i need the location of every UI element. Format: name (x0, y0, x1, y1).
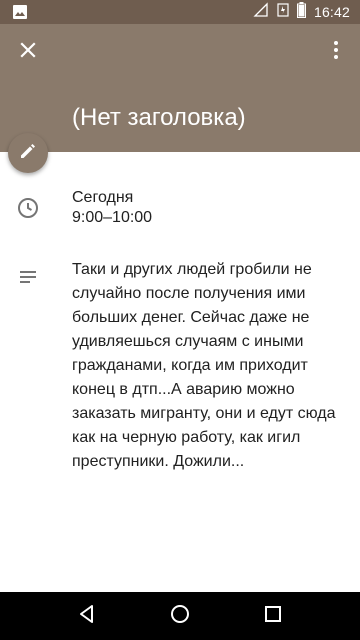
more-options-button[interactable] (324, 36, 348, 68)
event-date: Сегодня (72, 189, 134, 206)
recents-button[interactable] (249, 592, 297, 640)
navigation-bar (0, 592, 360, 640)
event-title: (Нет заголовка) (72, 104, 246, 131)
recents-icon (264, 605, 282, 628)
more-vert-icon (333, 40, 339, 65)
close-icon (19, 41, 37, 64)
event-header: (Нет заголовка) (0, 24, 360, 152)
event-description: Таки и других людей гробили не случайно … (72, 261, 336, 470)
home-icon (170, 604, 190, 629)
event-time-block: Сегодня 9:00–10:00 (72, 188, 152, 228)
clock-icon (16, 196, 40, 220)
image-icon (12, 4, 28, 20)
edit-button[interactable] (8, 133, 48, 173)
status-time: 16:42 (313, 4, 350, 20)
home-button[interactable] (156, 592, 204, 640)
notes-icon (16, 266, 40, 290)
close-button[interactable] (12, 36, 44, 68)
wifi-off-icon (253, 1, 269, 23)
back-button[interactable] (63, 592, 111, 640)
edit-pencil-icon (19, 142, 37, 165)
back-icon (77, 604, 97, 629)
battery-charging-icon (296, 1, 306, 23)
status-bar: 16:42 (0, 0, 360, 24)
no-signal-icon (277, 2, 289, 23)
event-time-range: 9:00–10:00 (72, 209, 153, 226)
